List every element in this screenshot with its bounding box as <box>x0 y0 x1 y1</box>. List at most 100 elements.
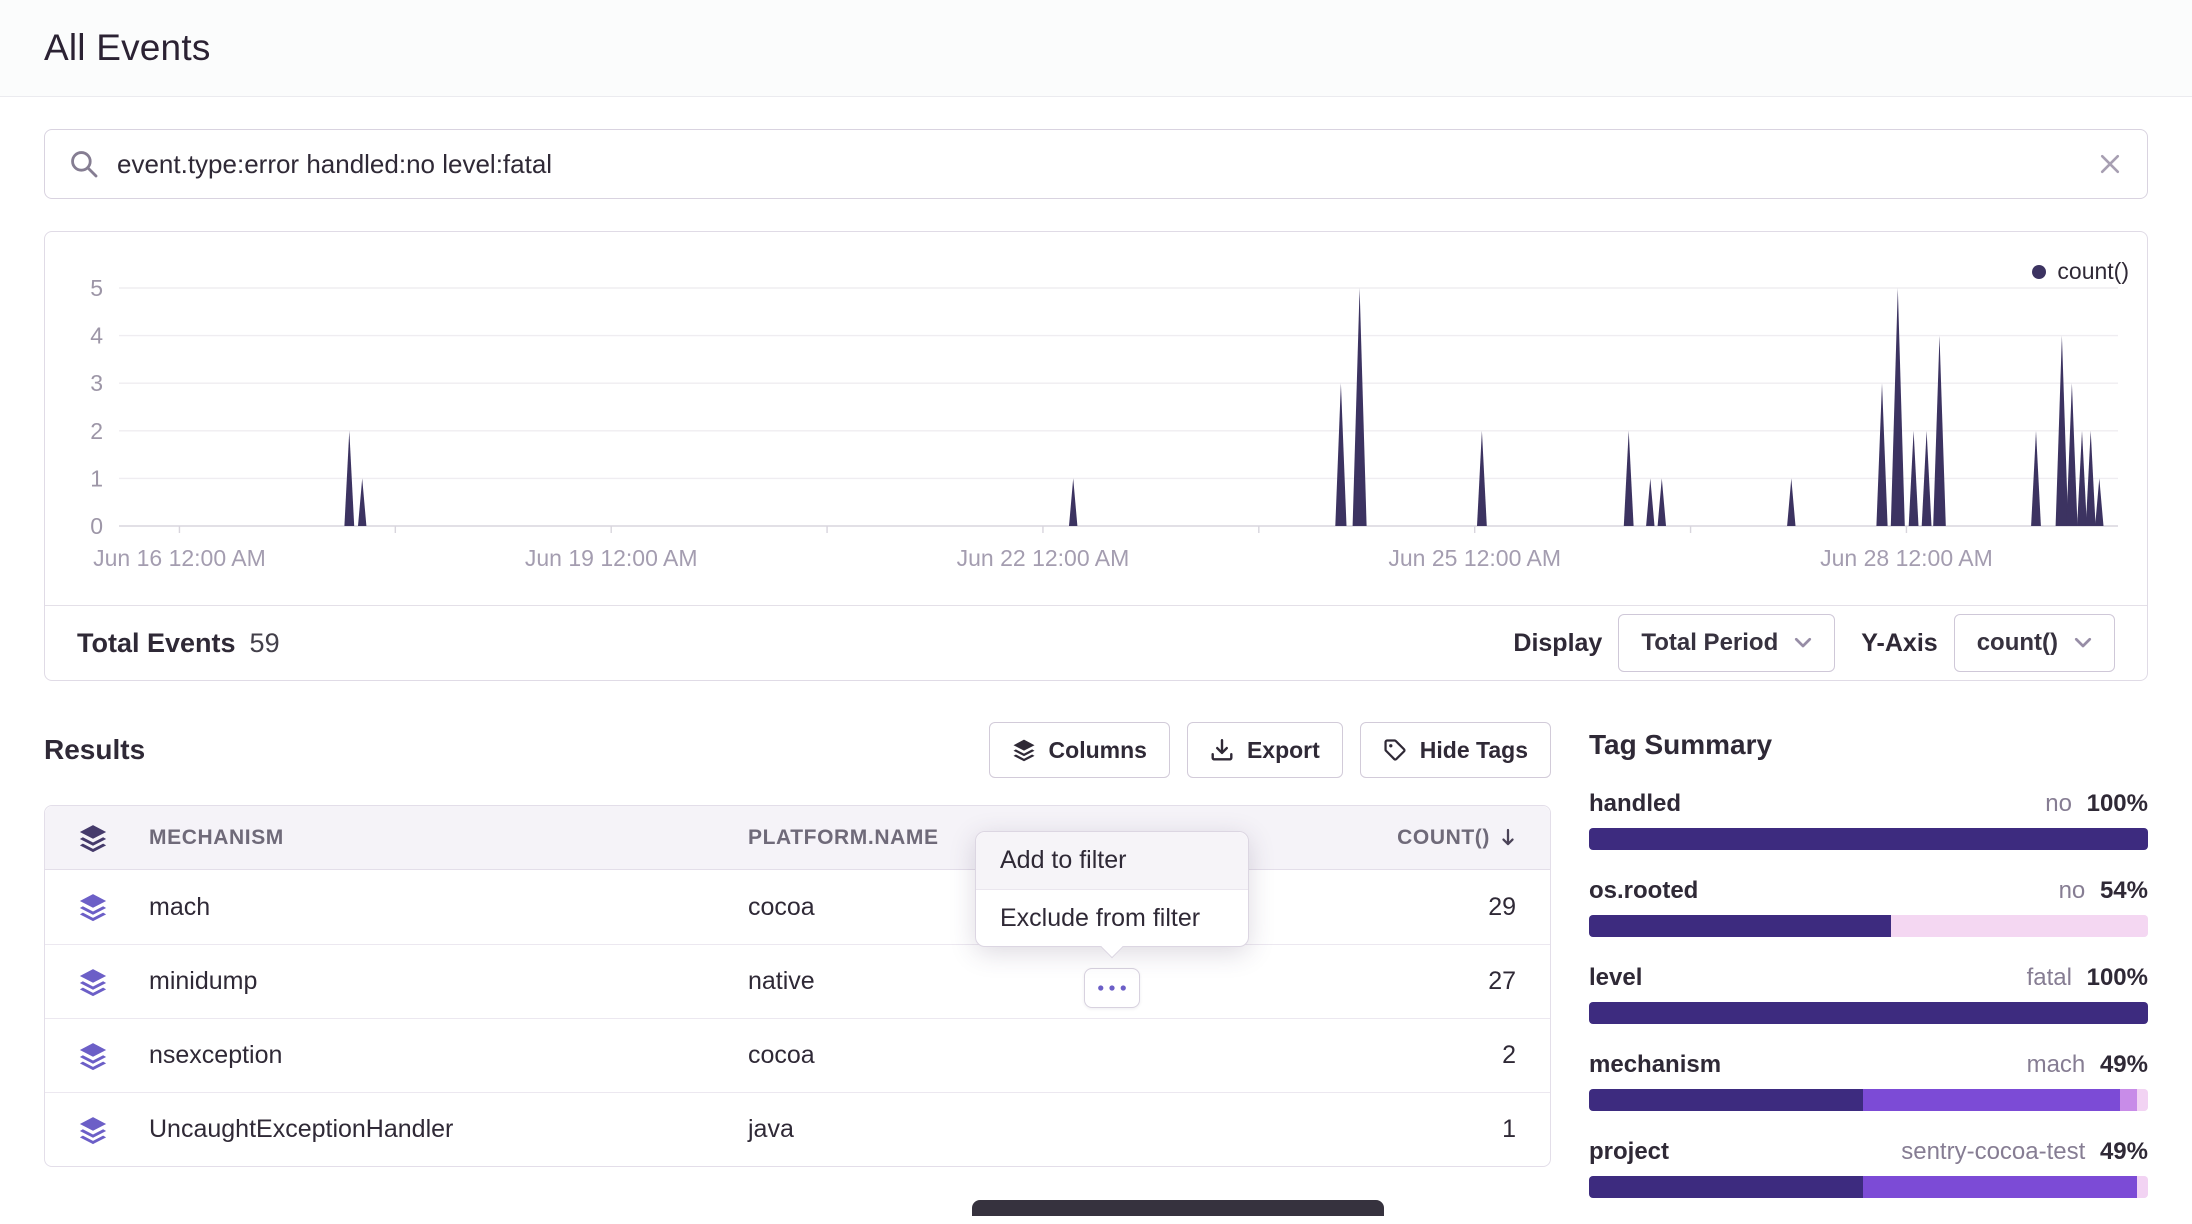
cell-mechanism[interactable]: UncaughtExceptionHandler <box>141 1115 740 1144</box>
svg-text:1: 1 <box>90 465 103 491</box>
display-label: Display <box>1513 629 1602 658</box>
tag-bar-segment[interactable] <box>2120 1089 2137 1111</box>
tag-icon <box>1383 738 1407 762</box>
chevron-down-icon <box>1794 637 1812 649</box>
display-dropdown-value: Total Period <box>1641 629 1778 657</box>
tag-name: project <box>1589 1137 1669 1167</box>
svg-text:3: 3 <box>90 370 103 396</box>
tag-bar-segment[interactable] <box>1589 828 2148 850</box>
context-menu: Add to filterExclude from filter <box>975 831 1249 947</box>
tag-item-handled: handledno 100% <box>1589 789 2148 850</box>
columns-button[interactable]: Columns <box>989 722 1170 778</box>
chevron-down-icon <box>2074 637 2092 649</box>
tag-bar-segment[interactable] <box>1589 1176 1863 1198</box>
tag-top-value: no 54% <box>2059 876 2148 906</box>
tag-head: project sentry-cocoa-test 49% <box>1589 1137 2148 1167</box>
results-section: Results Columns Export Hide Tags MECHANISM… <box>44 721 1551 1167</box>
row-actions-button[interactable] <box>1084 968 1140 1008</box>
hide-tags-button[interactable]: Hide Tags <box>1360 722 1551 778</box>
display-dropdown[interactable]: Total Period <box>1618 614 1835 672</box>
tag-top-value: mach 49% <box>2027 1050 2148 1080</box>
tag-name: handled <box>1589 789 1681 819</box>
cell-platform-name[interactable]: cocoa <box>740 1041 1310 1070</box>
results-table: MECHANISM PLATFORM.NAME COUNT() machcoco… <box>44 805 1551 1167</box>
yaxis-dropdown[interactable]: count() <box>1954 614 2115 672</box>
cell-platform-name[interactable]: java <box>740 1115 1310 1144</box>
tag-name: level <box>1589 963 1642 993</box>
results-heading: Results <box>44 734 145 766</box>
svg-text:0: 0 <box>90 513 103 539</box>
yaxis-label: Y-Axis <box>1861 629 1937 658</box>
total-events-label: Total Events <box>77 628 236 659</box>
svg-text:Jun 16 12:00 AM: Jun 16 12:00 AM <box>93 545 266 571</box>
cell-mechanism[interactable]: minidump <box>141 967 740 996</box>
table-header-row: MECHANISM PLATFORM.NAME COUNT() <box>45 806 1550 870</box>
button-label: Columns <box>1049 737 1147 764</box>
tag-bar[interactable] <box>1589 915 2148 937</box>
tag-bar[interactable] <box>1589 1089 2148 1111</box>
table-row[interactable]: minidumpnative27 <box>45 944 1550 1018</box>
cell-mechanism[interactable]: mach <box>141 893 740 922</box>
tag-head: handledno 100% <box>1589 789 2148 819</box>
tag-top-value: sentry-cocoa-test 49% <box>1901 1137 2148 1167</box>
close-icon[interactable] <box>2097 151 2123 177</box>
tag-item-level: level fatal 100% <box>1589 963 2148 1024</box>
chart-legend: count() <box>2032 258 2129 285</box>
tag-bar-segment[interactable] <box>1589 1002 2148 1024</box>
cell-platform-name[interactable]: native <box>740 967 1310 996</box>
table-row[interactable]: machcocoa29 <box>45 870 1550 944</box>
tag-bar[interactable] <box>1589 1176 2148 1198</box>
tag-head: level fatal 100% <box>1589 963 2148 993</box>
cell-mechanism[interactable]: nsexception <box>141 1041 740 1070</box>
chart-canvas: 012345Jun 16 12:00 AMJun 19 12:00 AMJun … <box>45 232 2147 605</box>
menu-item-add-to-filter[interactable]: Add to filter <box>976 832 1248 889</box>
cell-count: 2 <box>1310 1041 1550 1070</box>
svg-text:Jun 19 12:00 AM: Jun 19 12:00 AM <box>525 545 698 571</box>
search-query: event.type:error handled:no level:fatal <box>117 149 2097 180</box>
layers-icon <box>45 967 141 997</box>
tag-bar-segment[interactable] <box>1863 1089 2120 1111</box>
total-events-value: 59 <box>250 628 280 659</box>
page-header: All Events <box>0 0 2192 97</box>
search-icon <box>69 149 99 179</box>
tag-top-value: fatal 100% <box>2027 963 2148 993</box>
tag-name: mechanism <box>1589 1050 1721 1080</box>
tag-bar[interactable] <box>1589 828 2148 850</box>
tag-bar-segment[interactable] <box>2137 1176 2148 1198</box>
cutoff-dark-element <box>972 1200 1384 1216</box>
button-label: Export <box>1247 737 1320 764</box>
chart-footer: Total Events 59 Display Total Period Y-A… <box>45 605 2147 680</box>
tag-item-os-rooted: os.rootedno 54% <box>1589 876 2148 937</box>
table-row[interactable]: UncaughtExceptionHandlerjava1 <box>45 1092 1550 1166</box>
svg-text:Jun 25 12:00 AM: Jun 25 12:00 AM <box>1388 545 1561 571</box>
events-chart-panel: 012345Jun 16 12:00 AMJun 19 12:00 AMJun … <box>44 231 2148 681</box>
layers-icon <box>45 1041 141 1071</box>
export-button[interactable]: Export <box>1187 722 1343 778</box>
button-label: Hide Tags <box>1420 737 1528 764</box>
tag-bar-segment[interactable] <box>2137 1089 2148 1111</box>
stack-icon <box>45 823 141 853</box>
legend-label: count() <box>2057 258 2129 285</box>
search-input[interactable]: event.type:error handled:no level:fatal <box>44 129 2148 199</box>
legend-dot <box>2032 265 2046 279</box>
column-header-mechanism[interactable]: MECHANISM <box>141 826 740 850</box>
stack-icon <box>1012 738 1036 762</box>
events-chart[interactable]: 012345Jun 16 12:00 AMJun 19 12:00 AMJun … <box>45 232 2147 605</box>
yaxis-dropdown-value: count() <box>1977 629 2058 657</box>
table-row[interactable]: nsexceptioncocoa2 <box>45 1018 1550 1092</box>
tag-bar-segment[interactable] <box>1891 915 2148 937</box>
tag-head: mechanism mach 49% <box>1589 1050 2148 1080</box>
tag-head: os.rootedno 54% <box>1589 876 2148 906</box>
tag-bar-segment[interactable] <box>1589 1089 1863 1111</box>
column-header-count[interactable]: COUNT() <box>1310 826 1550 850</box>
layers-icon <box>45 892 141 922</box>
svg-text:Jun 22 12:00 AM: Jun 22 12:00 AM <box>957 545 1130 571</box>
tag-bar-segment[interactable] <box>1863 1176 2137 1198</box>
tag-bar[interactable] <box>1589 1002 2148 1024</box>
tag-bar-segment[interactable] <box>1589 915 1891 937</box>
cell-count: 27 <box>1310 967 1550 996</box>
table-body: machcocoa29minidumpnative27nsexceptionco… <box>45 870 1550 1166</box>
app-root: All Events event.type:error handled:no l… <box>0 0 2192 1224</box>
sort-desc-icon <box>1500 828 1516 848</box>
ellipsis-icon <box>1097 984 1127 992</box>
